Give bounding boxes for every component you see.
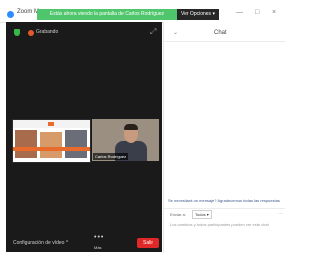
- video-settings-button[interactable]: Configuración de vídeo ^: [13, 240, 68, 246]
- chat-panel: ⌄ Chat Se necesitará un mensaje? Agradec…: [163, 22, 285, 253]
- shared-screen-tile[interactable]: [12, 119, 91, 163]
- slide-photo: [40, 132, 62, 158]
- close-icon[interactable]: ×: [272, 9, 276, 16]
- divider: [164, 41, 285, 42]
- security-shield-icon[interactable]: [14, 29, 20, 36]
- slide-photo: [65, 130, 87, 158]
- chat-system-note: Se necesitará un mensaje? Agradecemos to…: [168, 198, 280, 203]
- chat-title: Chat: [214, 30, 227, 36]
- recipient-select[interactable]: Todos ▾: [192, 210, 212, 219]
- maximize-icon[interactable]: □: [255, 9, 259, 16]
- screen-share-banner: Estás ahora viendo la pantalla de Carlos…: [37, 9, 177, 20]
- collapse-chat-icon[interactable]: ⌄: [173, 29, 178, 36]
- slide-logo: [48, 122, 54, 126]
- send-to-label: Enviar a:: [170, 212, 186, 217]
- recording-icon: [28, 30, 34, 36]
- minimize-icon[interactable]: —: [236, 9, 243, 16]
- recording-label: Grabando: [36, 29, 59, 35]
- fullscreen-icon[interactable]: ⤢: [150, 27, 156, 37]
- meeting-controls-bar: Configuración de vídeo ^ ••• Más Salir: [6, 232, 162, 252]
- participant-name: Carlos Rodríguez: [93, 153, 129, 160]
- title-bar: Zoom M... Estás ahora viendo la pantalla…: [0, 0, 284, 23]
- zoom-window: Zoom M... Estás ahora viendo la pantalla…: [0, 0, 285, 253]
- divider: [164, 208, 285, 209]
- participant-video-tile[interactable]: Carlos Rodríguez: [92, 119, 159, 161]
- chat-message-input[interactable]: Los cambios y todos participantes pueden…: [170, 222, 280, 228]
- meeting-area: Grabando ⤢ Carlos Rodríguez Configuració…: [6, 22, 162, 252]
- chat-more-icon[interactable]: ⋯: [278, 211, 283, 217]
- zoom-app-icon: [7, 11, 14, 18]
- more-label[interactable]: Más: [94, 245, 102, 250]
- slide-stripe: [13, 147, 90, 151]
- participant-hair: [124, 124, 138, 130]
- slide-photo: [15, 130, 37, 158]
- more-icon[interactable]: •••: [94, 234, 104, 241]
- view-options-button[interactable]: Ver Opciones ▾: [177, 9, 219, 20]
- leave-button[interactable]: Salir: [137, 238, 159, 248]
